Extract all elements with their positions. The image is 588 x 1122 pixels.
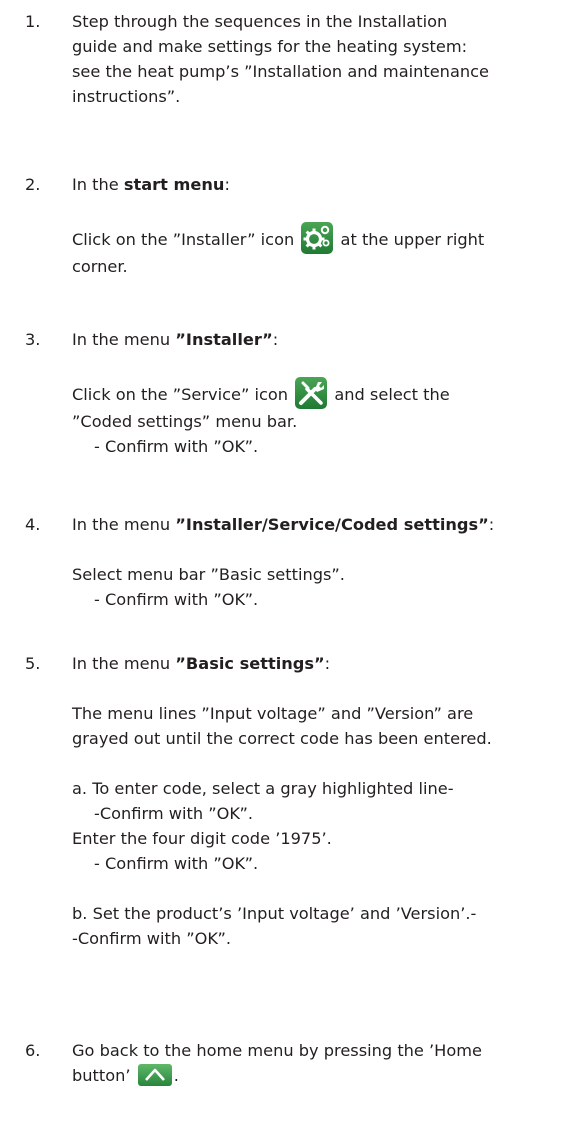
menu-name: ”Installer” xyxy=(175,330,273,349)
text-line: Click on the ”Installer” icon at the upp… xyxy=(72,222,588,254)
text-line: The menu lines ”Input voltage” and ”Vers… xyxy=(72,704,474,723)
step-text: Go back to the home menu by pressing the… xyxy=(72,1038,588,1088)
menu-name: ”Installer/Service/Coded settings” xyxy=(175,515,489,534)
step-number: 2. xyxy=(25,175,41,194)
menu-name: start menu xyxy=(123,175,225,194)
text-line: -Confirm with ”OK”. xyxy=(72,929,232,948)
text-line: - Confirm with ”OK”. xyxy=(94,854,259,873)
step-text: In the start menu: Click on the ”Install… xyxy=(72,172,588,279)
text-line: Enter the four digit code ’1975’. xyxy=(72,829,332,848)
text-line: guide and make settings for the heating … xyxy=(72,37,468,56)
text-line: a. To enter code, select a gray highligh… xyxy=(72,779,454,798)
step-heading: In the menu ”Installer/Service/Coded set… xyxy=(72,515,495,534)
step-heading: In the menu ”Installer”: xyxy=(72,330,279,349)
text-line: see the heat pump’s ”Installation and ma… xyxy=(72,62,489,81)
step-text: Step through the sequences in the Instal… xyxy=(72,9,588,109)
step-text: In the menu ”Basic settings”: The menu l… xyxy=(72,651,588,951)
step-number: 4. xyxy=(25,515,41,534)
wrench-screwdriver-icon xyxy=(295,377,328,409)
text-line: grayed out until the correct code has be… xyxy=(72,729,492,748)
gears-icon xyxy=(301,222,334,254)
text-line: corner. xyxy=(72,257,128,276)
step-heading: In the start menu: xyxy=(72,175,230,194)
text-line: Go back to the home menu by pressing the… xyxy=(72,1041,482,1060)
step-number: 3. xyxy=(25,330,41,349)
text-line: instructions”. xyxy=(72,87,181,106)
text-line: ”Coded settings” menu bar. xyxy=(72,412,298,431)
text-line: Select menu bar ”Basic settings”. xyxy=(72,565,345,584)
step-number: 1. xyxy=(25,12,41,31)
text-line: -Confirm with ”OK”. xyxy=(94,804,254,823)
text-line: - Confirm with ”OK”. xyxy=(94,437,259,456)
text-line: b. Set the product’s ’Input voltage’ and… xyxy=(72,904,477,923)
step-text: In the menu ”Installer/Service/Coded set… xyxy=(72,512,588,612)
text-line: Step through the sequences in the Instal… xyxy=(72,12,448,31)
menu-name: ”Basic settings” xyxy=(175,654,325,673)
step-number: 5. xyxy=(25,654,41,673)
text-line: - Confirm with ”OK”. xyxy=(94,590,259,609)
text-line: button’ . xyxy=(72,1064,179,1086)
step-text: In the menu ”Installer”: Click on the ”S… xyxy=(72,327,588,459)
text-line: Click on the ”Service” icon and select t… xyxy=(72,377,588,409)
home-icon xyxy=(137,1064,172,1086)
step-heading: In the menu ”Basic settings”: xyxy=(72,654,331,673)
step-number: 6. xyxy=(25,1041,41,1060)
